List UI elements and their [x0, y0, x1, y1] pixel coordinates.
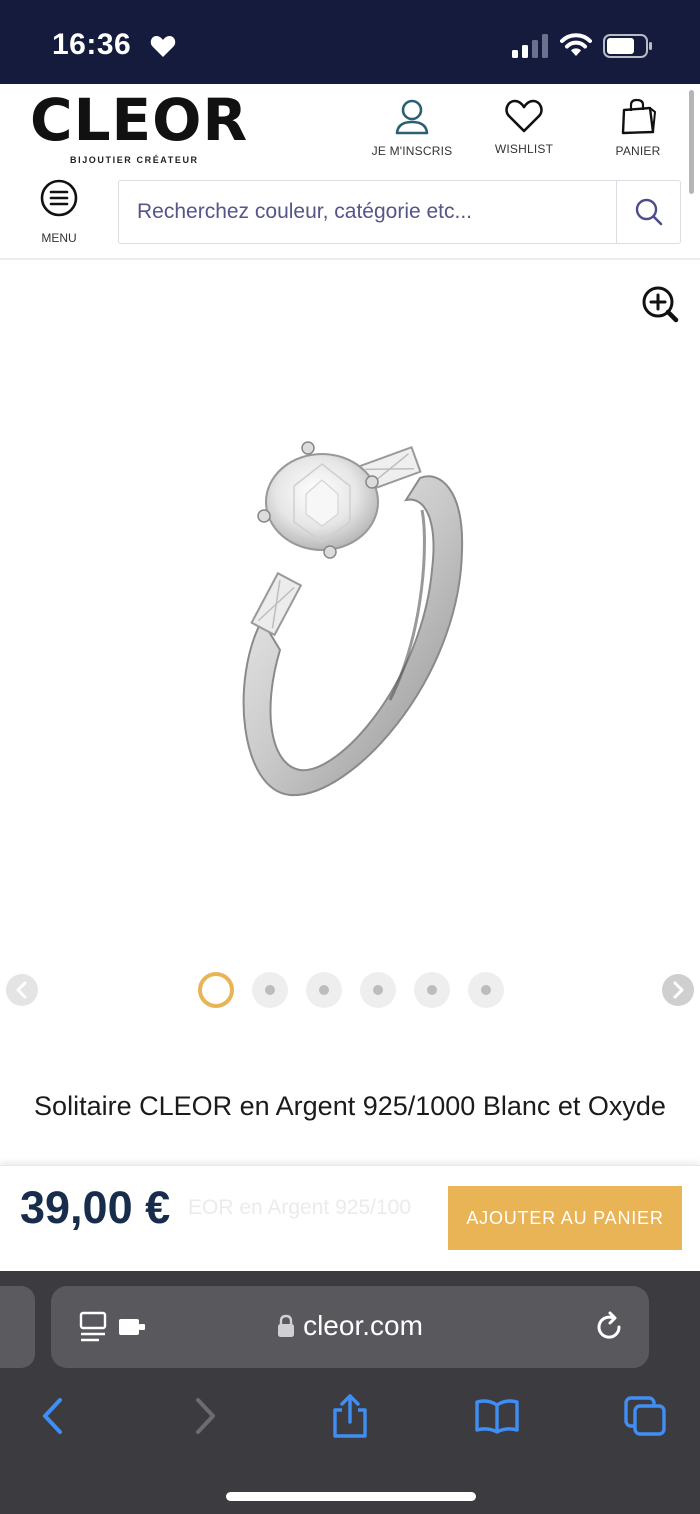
- chevron-left-icon: [16, 981, 27, 999]
- search-box: [118, 180, 681, 244]
- home-indicator[interactable]: [226, 1492, 476, 1501]
- site-header: CLEOR BIJOUTIER CRÉATEUR JE M'INSCRIS WI…: [0, 84, 700, 260]
- search-input[interactable]: [137, 181, 607, 243]
- add-to-cart-button[interactable]: AJOUTER AU PANIER: [448, 1186, 682, 1250]
- url-display[interactable]: cleor.com: [51, 1310, 649, 1342]
- share-icon: [333, 1394, 367, 1438]
- browser-forward-button[interactable]: [181, 1393, 229, 1439]
- logo-tagline: BIJOUTIER CRÉATEUR: [70, 155, 199, 165]
- gallery-dot[interactable]: [252, 972, 288, 1008]
- sticky-product-title: EOR en Argent 925/100: [188, 1196, 411, 1219]
- share-button[interactable]: [326, 1393, 374, 1439]
- browser-toolbar: cleor.com: [0, 1271, 700, 1514]
- gallery-dot[interactable]: [360, 972, 396, 1008]
- chevron-right-icon: [673, 981, 684, 999]
- gallery-dot[interactable]: [414, 972, 450, 1008]
- page-scrollbar[interactable]: [689, 90, 694, 194]
- cellular-signal-icon: [512, 34, 548, 58]
- product-price: 39,00 €: [20, 1182, 171, 1233]
- product-ring-image[interactable]: [200, 430, 500, 810]
- account-button[interactable]: JE M'INSCRIS: [362, 98, 462, 158]
- battery-icon: [603, 34, 652, 58]
- gallery-pagination: [198, 972, 504, 1008]
- tabs-icon: [624, 1396, 666, 1436]
- search-button[interactable]: [616, 181, 680, 243]
- account-label: JE M'INSCRIS: [371, 144, 453, 158]
- bookmarks-button[interactable]: [473, 1393, 521, 1439]
- gallery-dot-active[interactable]: [198, 972, 234, 1008]
- wishlist-label: WISHLIST: [494, 142, 554, 156]
- heart-outline-icon: [505, 99, 543, 133]
- book-icon: [475, 1399, 519, 1434]
- product-title: Solitaire CLEOR en Argent 925/1000 Blanc…: [34, 1091, 666, 1121]
- status-bar: 16:36: [0, 0, 700, 84]
- wifi-icon: [560, 33, 592, 56]
- heart-icon: [150, 36, 176, 57]
- back-arrow-icon: [43, 1398, 62, 1434]
- menu-label: MENU: [41, 231, 77, 245]
- hamburger-menu-icon: [40, 179, 78, 217]
- lock-icon: [278, 1314, 295, 1337]
- sticky-cart-bar: 39,00 € EOR en Argent 925/100 AJOUTER AU…: [0, 1165, 700, 1271]
- reload-icon[interactable]: [593, 1310, 627, 1344]
- browser-back-button[interactable]: [29, 1393, 77, 1439]
- cart-button[interactable]: PANIER: [588, 98, 688, 158]
- zoom-in-icon[interactable]: [641, 285, 679, 323]
- cleor-logo[interactable]: CLEOR: [30, 88, 248, 152]
- url-text: cleor.com: [303, 1310, 423, 1341]
- previous-tab-preview[interactable]: [0, 1286, 35, 1368]
- search-icon: [635, 198, 662, 226]
- gallery-dot[interactable]: [468, 972, 504, 1008]
- shopping-bag-icon: [621, 98, 656, 135]
- cart-label: PANIER: [615, 144, 661, 158]
- menu-button[interactable]: MENU: [28, 178, 90, 245]
- gallery-dot[interactable]: [306, 972, 342, 1008]
- gallery-prev-button[interactable]: [6, 974, 38, 1006]
- wishlist-button[interactable]: WISHLIST: [474, 98, 574, 156]
- forward-arrow-icon: [196, 1398, 215, 1434]
- tabs-button[interactable]: [621, 1393, 669, 1439]
- address-bar[interactable]: cleor.com: [51, 1286, 649, 1368]
- gallery-next-button[interactable]: [662, 974, 694, 1006]
- status-time: 16:36: [52, 28, 132, 61]
- user-icon: [395, 99, 429, 135]
